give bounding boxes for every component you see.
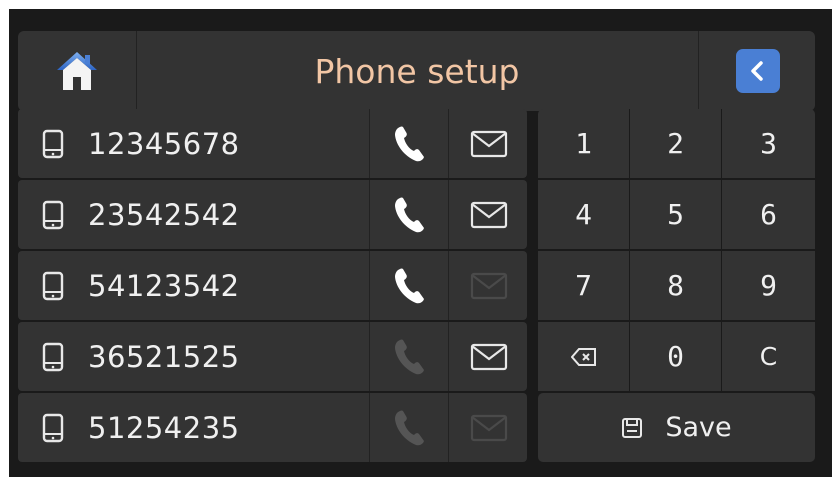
save-label: Save <box>665 412 732 443</box>
contact-number-field[interactable]: 51254235 <box>18 393 368 462</box>
contact-row: 23542542 <box>18 180 527 249</box>
mobile-phone-icon <box>42 413 64 442</box>
key-3[interactable]: 3 <box>722 109 815 178</box>
contact-number: 51254235 <box>88 410 240 445</box>
envelope-icon <box>470 201 507 228</box>
contact-number: 36521525 <box>88 339 240 374</box>
key-c[interactable]: C <box>722 322 815 391</box>
call-icon <box>395 339 424 374</box>
backspace-icon <box>570 347 596 366</box>
call-toggle[interactable] <box>369 109 448 178</box>
contact-number: 54123542 <box>88 268 240 303</box>
key-1[interactable]: 1 <box>538 109 629 178</box>
key-2[interactable]: 2 <box>630 109 721 178</box>
sms-toggle[interactable] <box>448 251 528 320</box>
key-5[interactable]: 5 <box>630 180 721 249</box>
contact-number-field[interactable]: 36521525 <box>18 322 368 391</box>
mobile-phone-icon <box>42 342 64 371</box>
save-icon <box>622 417 643 438</box>
contact-number-field[interactable]: 54123542 <box>18 251 368 320</box>
call-icon <box>395 126 424 161</box>
key-backspace[interactable] <box>538 322 629 391</box>
contact-row: 54123542 <box>18 251 527 320</box>
key-9[interactable]: 9 <box>722 251 815 320</box>
sms-toggle[interactable] <box>448 109 528 178</box>
envelope-icon <box>470 272 507 299</box>
home-icon <box>57 52 97 90</box>
home-button[interactable] <box>18 31 137 111</box>
call-icon <box>395 197 424 232</box>
call-toggle[interactable] <box>369 251 448 320</box>
key-8[interactable]: 8 <box>630 251 721 320</box>
contact-number: 23542542 <box>88 197 240 232</box>
mobile-phone-icon <box>42 200 64 229</box>
call-toggle[interactable] <box>369 322 448 391</box>
sms-toggle[interactable] <box>448 180 528 249</box>
key-6[interactable]: 6 <box>722 180 815 249</box>
contact-row: 12345678 <box>18 109 527 178</box>
contact-row: 36521525 <box>18 322 527 391</box>
contact-row: 51254235 <box>18 393 527 462</box>
call-toggle[interactable] <box>369 393 448 462</box>
envelope-icon <box>470 343 507 370</box>
page-title: Phone setup <box>314 51 520 91</box>
contact-number: 12345678 <box>88 126 240 161</box>
key-0[interactable]: 0 <box>630 322 721 391</box>
sms-toggle[interactable] <box>448 393 528 462</box>
envelope-icon <box>470 414 507 441</box>
header-bar: Phone setup <box>18 31 815 111</box>
contact-number-field[interactable]: 12345678 <box>18 109 368 178</box>
key-4[interactable]: 4 <box>538 180 629 249</box>
back-arrow-icon <box>735 49 780 93</box>
call-icon <box>395 268 424 303</box>
save-button[interactable]: Save <box>538 393 815 462</box>
sms-toggle[interactable] <box>448 322 528 391</box>
envelope-icon <box>470 130 507 157</box>
call-toggle[interactable] <box>369 180 448 249</box>
key-7[interactable]: 7 <box>538 251 629 320</box>
contact-number-field[interactable]: 23542542 <box>18 180 368 249</box>
back-button[interactable] <box>698 31 816 111</box>
contact-list: 12345678 23542542 54123542 36521525 5125… <box>18 109 527 462</box>
mobile-phone-icon <box>42 271 64 300</box>
call-icon <box>395 410 424 445</box>
mobile-phone-icon <box>42 129 64 158</box>
keypad: 1 2 3 4 5 6 7 8 9 0 C Save <box>538 109 815 462</box>
